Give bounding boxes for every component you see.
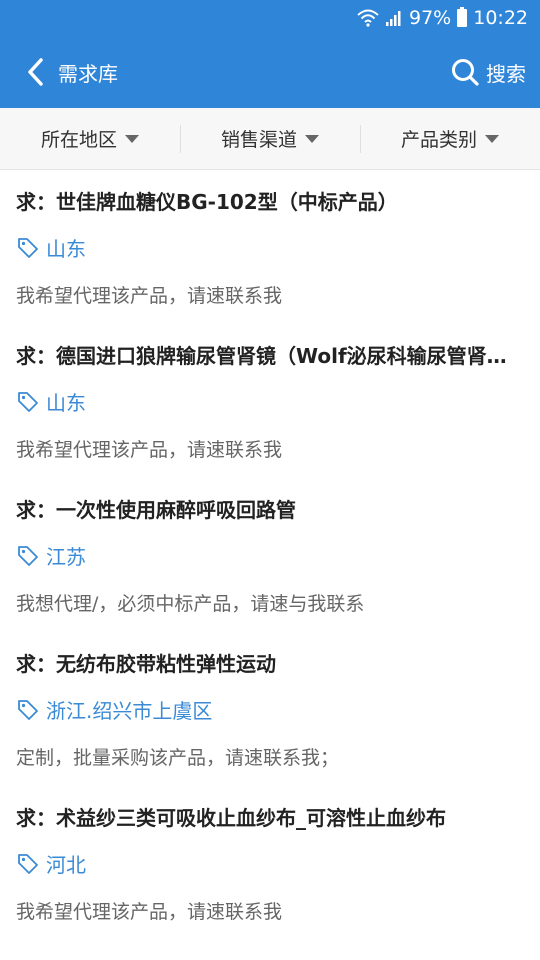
item-title: 求：德国进口狼牌输尿管肾镜（Wolf泌尿科输尿管肾镜）	[16, 344, 518, 368]
list-item[interactable]: 求：无纺布胶带粘性弹性运动 浙江.绍兴市上虞区 定制，批量采购该产品，请速联系我…	[0, 632, 540, 786]
region-label: 山东	[46, 391, 86, 415]
region-label: 山东	[46, 237, 86, 261]
page-title: 需求库	[58, 61, 118, 86]
item-title: 求：术益纱三类可吸收止血纱布_可溶性止血纱布	[16, 806, 446, 830]
filter-label: 销售渠道	[220, 129, 297, 151]
app-bar: 需求库 搜索	[0, 36, 540, 108]
status-bar: 97% 10:22	[0, 0, 540, 36]
item-title: 求：一次性使用麻醉呼吸回路管	[16, 498, 296, 522]
tag-icon	[18, 699, 38, 720]
region-label: 江苏	[46, 545, 86, 569]
filter-label: 产品类别	[400, 129, 477, 151]
search-button[interactable]: 搜索	[450, 57, 526, 87]
item-title: 求：世佳牌血糖仪BG-102型（中标产品）	[16, 190, 398, 214]
item-description: 定制，批量采购该产品，请速联系我；	[16, 747, 340, 769]
filter-product-category[interactable]: 产品类别	[360, 108, 540, 169]
search-label: 搜索	[486, 61, 526, 86]
list-item[interactable]: 求：世佳牌血糖仪BG-102型（中标产品） 山东 我希望代理该产品，请速联系我	[0, 170, 540, 324]
item-region: 山东	[16, 233, 86, 262]
filter-region[interactable]: 所在地区	[0, 108, 180, 169]
region-label: 浙江.绍兴市上虞区	[46, 699, 213, 723]
tag-icon	[18, 391, 38, 412]
item-description: 我希望代理该产品，请速联系我	[16, 285, 283, 307]
battery-icon	[457, 7, 468, 27]
app-screen: 97% 10:22 需求库 搜索 所在地区 销售渠道 产品类别 求：世佳牌血糖仪…	[0, 0, 540, 960]
list-item[interactable]: 求：术益纱三类可吸收止血纱布_可溶性止血纱布 河北 我希望代理该产品，请速联系我	[0, 786, 540, 940]
item-region: 浙江.绍兴市上虞区	[16, 695, 212, 724]
signal-icon	[386, 11, 401, 26]
region-label: 河北	[46, 853, 86, 877]
item-region: 江苏	[16, 541, 86, 570]
filter-label: 所在地区	[40, 129, 117, 151]
caret-down-icon	[125, 134, 139, 143]
back-button[interactable]: 需求库	[24, 57, 118, 87]
item-region: 河北	[16, 849, 86, 878]
clock: 10:22	[473, 7, 528, 29]
item-title: 求：无纺布胶带粘性弹性运动	[16, 652, 276, 676]
item-description: 我希望代理该产品，请速联系我	[16, 439, 283, 461]
tag-icon	[18, 545, 38, 566]
chevron-left-icon	[28, 58, 43, 86]
list-item[interactable]: 求：德国进口狼牌输尿管肾镜（Wolf泌尿科输尿管肾镜） 山东 我希望代理该产品，…	[0, 324, 540, 478]
caret-down-icon	[485, 134, 499, 143]
tag-icon	[18, 237, 38, 258]
demand-list: 求：世佳牌血糖仪BG-102型（中标产品） 山东 我希望代理该产品，请速联系我 …	[0, 170, 540, 940]
caret-down-icon	[305, 134, 319, 143]
wifi-icon	[357, 9, 379, 27]
item-description: 我想代理/，必须中标产品，请速与我联系	[16, 593, 365, 615]
list-item[interactable]: 求：一次性使用麻醉呼吸回路管 江苏 我想代理/，必须中标产品，请速与我联系	[0, 478, 540, 632]
battery-percent: 97%	[409, 7, 452, 29]
search-icon	[452, 59, 479, 86]
tag-icon	[18, 853, 38, 874]
filter-bar: 所在地区 销售渠道 产品类别	[0, 108, 540, 170]
filter-sales-channel[interactable]: 销售渠道	[180, 108, 360, 169]
item-region: 山东	[16, 387, 86, 416]
item-description: 我希望代理该产品，请速联系我	[16, 901, 283, 923]
